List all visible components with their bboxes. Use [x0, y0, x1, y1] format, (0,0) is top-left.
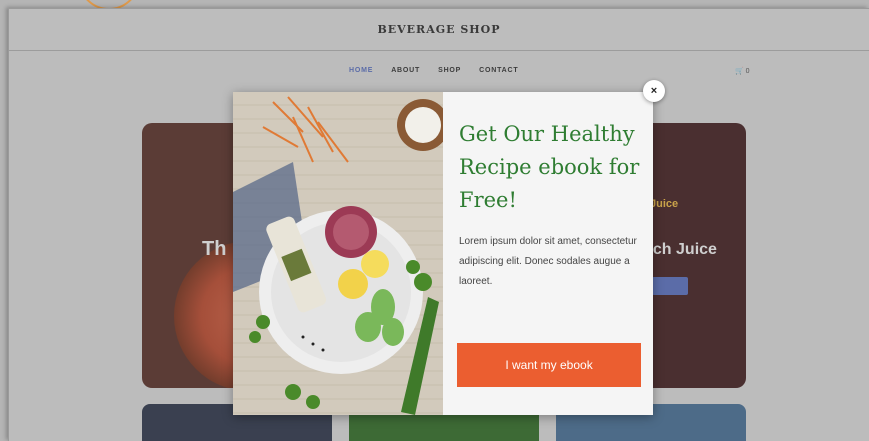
popup-title: Get Our Healthy Recipe ebook for Free! — [459, 122, 640, 212]
close-icon[interactable]: × — [643, 80, 665, 102]
recipe-photo — [233, 92, 443, 415]
nav-contact[interactable]: CONTACT — [479, 67, 518, 74]
hero-right-button[interactable] — [652, 277, 688, 295]
get-ebook-button[interactable]: I want my ebook — [457, 343, 641, 387]
site-header: BEVERAGE SHOP — [9, 9, 869, 51]
nav-home[interactable]: HOME — [349, 67, 373, 74]
hero-right-heading: ach Juice — [644, 241, 717, 258]
popup-description: Lorem ipsum dolor sit amet, consectetur … — [459, 236, 637, 287]
hero-left-heading: Th — [202, 238, 227, 260]
ebook-popup: Get Our Healthy Recipe ebook for Free! L… — [233, 92, 653, 415]
nav-about[interactable]: ABOUT — [391, 67, 420, 74]
main-nav: HOME ABOUT SHOP CONTACT — [349, 67, 518, 74]
site-title[interactable]: BEVERAGE SHOP — [9, 23, 869, 36]
nav-shop[interactable]: SHOP — [438, 67, 461, 74]
hero-right-tag: Juice — [650, 198, 679, 210]
cart-count: 0 — [745, 68, 750, 75]
cart-link[interactable]: 🛒 0 — [735, 67, 750, 75]
cart-icon: 🛒 — [735, 68, 744, 75]
